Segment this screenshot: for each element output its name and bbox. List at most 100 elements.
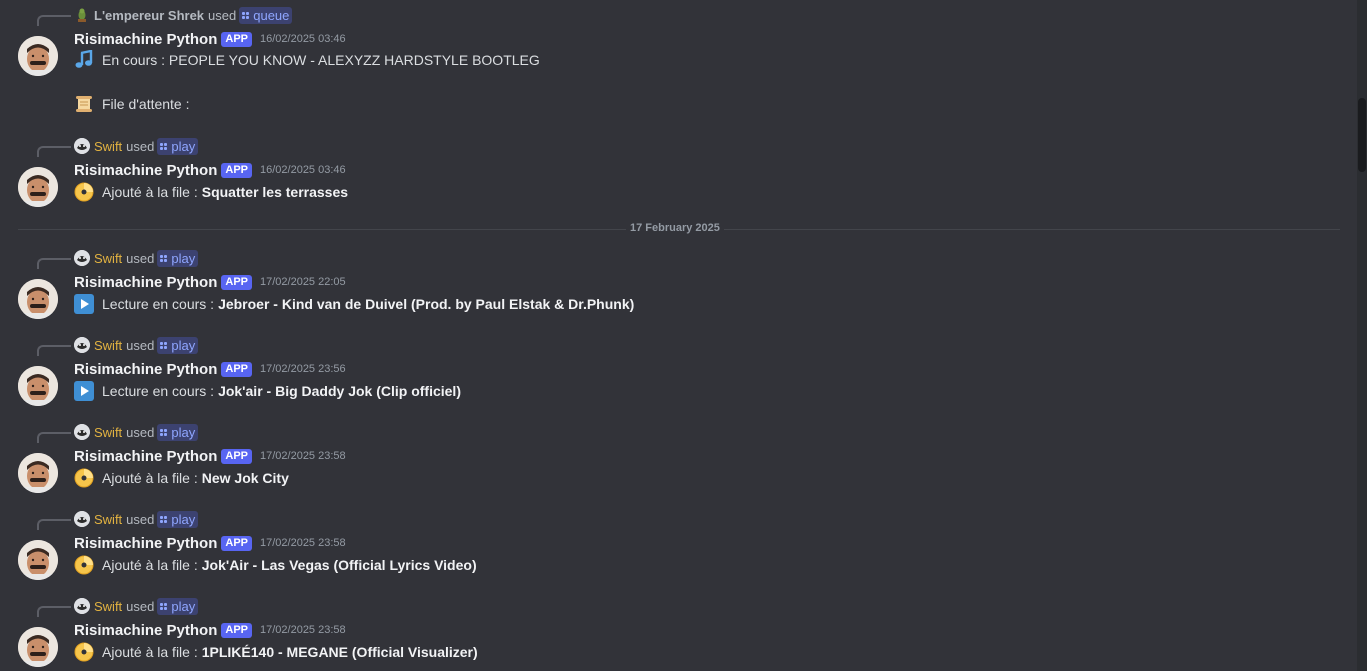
message-text: File d'attente : — [102, 96, 190, 112]
reply-preview[interactable]: Swift used play — [74, 249, 199, 267]
used-label: used — [208, 7, 237, 23]
avatar[interactable] — [18, 540, 58, 580]
author-name[interactable]: Risimachine Python — [74, 274, 217, 291]
app-badge: APP — [221, 622, 252, 638]
message-header: Risimachine Python APP 17/02/2025 23:56 — [74, 358, 346, 380]
reply-username[interactable]: L'empereur Shrek — [94, 8, 204, 23]
slash-command-icon — [242, 11, 250, 19]
reply-preview[interactable]: Swift used play — [74, 336, 199, 354]
track-title: 1PLIKÉ140 - MEGANE (Official Visualizer) — [201, 644, 478, 660]
timestamp[interactable]: 17/02/2025 22:05 — [260, 276, 346, 288]
message-list[interactable]: L'empereur Shrek used queue Risimachine … — [0, 0, 1367, 671]
message: Swift used play Risimachine Python APP 1… — [0, 510, 1350, 600]
message-text: Ajouté à la file : — [102, 184, 198, 200]
app-badge: APP — [221, 361, 252, 377]
message-header: Risimachine Python APP 16/02/2025 03:46 — [74, 28, 346, 50]
swift-avatar-icon[interactable] — [74, 138, 90, 154]
reply-connector — [37, 432, 71, 443]
message: Swift used play Risimachine Python APP 1… — [0, 423, 1350, 513]
scroll-icon — [74, 94, 94, 114]
message-content-line: Ajouté à la file : Jok'Air - Las Vegas (… — [74, 554, 477, 576]
used-label: used — [126, 424, 155, 440]
timestamp[interactable]: 16/02/2025 03:46 — [260, 33, 346, 45]
reply-username[interactable]: Swift — [94, 139, 122, 154]
reply-username[interactable]: Swift — [94, 599, 122, 614]
message: L'empereur Shrek used queue Risimachine … — [0, 6, 1350, 116]
app-badge: APP — [221, 162, 252, 178]
command-chip[interactable]: queue — [239, 6, 293, 24]
timestamp[interactable]: 17/02/2025 23:58 — [260, 537, 346, 549]
swift-avatar-icon[interactable] — [74, 424, 90, 440]
track-title: New Jok City — [201, 470, 289, 486]
app-badge: APP — [221, 274, 252, 290]
reply-connector — [37, 345, 71, 356]
reply-username[interactable]: Swift — [94, 338, 122, 353]
scrollbar-thumb[interactable] — [1358, 98, 1366, 172]
command-chip[interactable]: play — [157, 510, 199, 528]
author-name[interactable]: Risimachine Python — [74, 448, 217, 465]
reply-username[interactable]: Swift — [94, 251, 122, 266]
reply-connector — [37, 519, 71, 530]
command-name: play — [171, 250, 196, 266]
avatar[interactable] — [18, 279, 58, 319]
reply-connector — [37, 15, 71, 26]
avatar[interactable] — [18, 366, 58, 406]
slash-command-icon — [160, 142, 168, 150]
reply-username[interactable]: Swift — [94, 512, 122, 527]
author-name[interactable]: Risimachine Python — [74, 31, 217, 48]
swift-avatar-icon[interactable] — [74, 337, 90, 353]
slash-command-icon — [160, 515, 168, 523]
musical-note-icon — [74, 50, 94, 70]
app-badge: APP — [221, 448, 252, 464]
timestamp[interactable]: 17/02/2025 23:58 — [260, 624, 346, 636]
reply-preview[interactable]: Swift used play — [74, 510, 199, 528]
reply-preview[interactable]: Swift used play — [74, 137, 199, 155]
swift-avatar-icon[interactable] — [74, 250, 90, 266]
dvd-icon — [74, 642, 94, 662]
avatar[interactable] — [18, 167, 58, 207]
command-chip[interactable]: play — [157, 137, 199, 155]
reply-preview[interactable]: Swift used play — [74, 423, 199, 441]
timestamp[interactable]: 17/02/2025 23:56 — [260, 363, 346, 375]
play-button-icon — [74, 294, 94, 314]
reply-preview[interactable]: Swift used play — [74, 597, 199, 615]
app-badge: APP — [221, 535, 252, 551]
reply-connector — [37, 258, 71, 269]
avatar[interactable] — [18, 453, 58, 493]
command-chip[interactable]: play — [157, 597, 199, 615]
track-title: Squatter les terrasses — [201, 184, 349, 200]
author-name[interactable]: Risimachine Python — [74, 162, 217, 179]
command-chip[interactable]: play — [157, 249, 199, 267]
timestamp[interactable]: 16/02/2025 03:46 — [260, 164, 346, 176]
dvd-icon — [74, 182, 94, 202]
date-divider-label: 17 February 2025 — [626, 222, 724, 234]
swift-avatar-icon[interactable] — [74, 598, 90, 614]
message: Swift used play Risimachine Python APP 1… — [0, 137, 1350, 227]
message: Swift used play Risimachine Python APP 1… — [0, 249, 1350, 339]
avatar[interactable] — [18, 627, 58, 667]
message-content-line: Lecture en cours : Jebroer - Kind van de… — [74, 293, 634, 315]
used-label: used — [126, 138, 155, 154]
message: Swift used play Risimachine Python APP 1… — [0, 597, 1350, 671]
message-header: Risimachine Python APP 16/02/2025 03:46 — [74, 159, 346, 181]
message-header: Risimachine Python APP 17/02/2025 23:58 — [74, 445, 346, 467]
play-button-icon — [74, 381, 94, 401]
author-name[interactable]: Risimachine Python — [74, 361, 217, 378]
shrek-avatar-icon[interactable] — [74, 7, 90, 23]
author-name[interactable]: Risimachine Python — [74, 535, 217, 552]
avatar[interactable] — [18, 36, 58, 76]
reply-preview[interactable]: L'empereur Shrek used queue — [74, 6, 293, 24]
command-chip[interactable]: play — [157, 423, 199, 441]
message-text: En cours : PEOPLE YOU KNOW - ALEXYZZ HAR… — [102, 52, 540, 68]
reply-username[interactable]: Swift — [94, 425, 122, 440]
author-name[interactable]: Risimachine Python — [74, 622, 217, 639]
command-chip[interactable]: play — [157, 336, 199, 354]
command-name: play — [171, 337, 196, 353]
app-badge: APP — [221, 31, 252, 47]
command-name: queue — [253, 7, 290, 23]
message-header: Risimachine Python APP 17/02/2025 23:58 — [74, 532, 346, 554]
swift-avatar-icon[interactable] — [74, 511, 90, 527]
track-title: Jebroer - Kind van de Duivel (Prod. by P… — [218, 296, 635, 312]
message-header: Risimachine Python APP 17/02/2025 23:58 — [74, 619, 346, 641]
timestamp[interactable]: 17/02/2025 23:58 — [260, 450, 346, 462]
